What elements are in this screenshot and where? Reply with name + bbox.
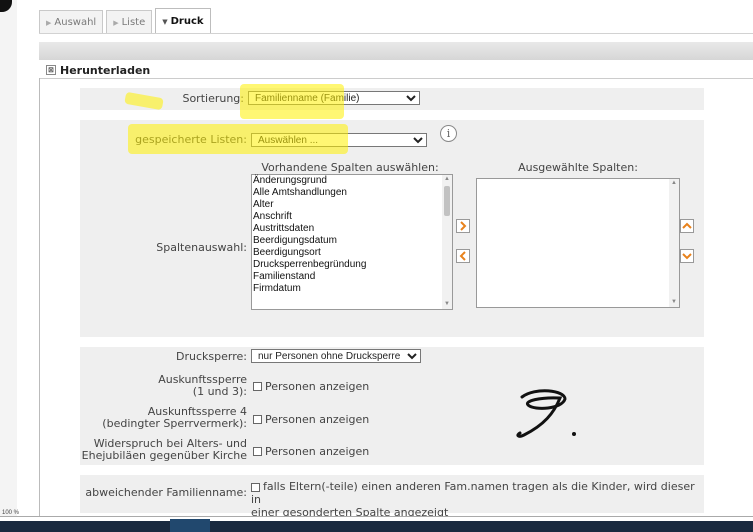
chevron-down-icon (682, 253, 692, 260)
other-name-option[interactable]: falls Eltern(-teile) einen anderen Fam.n… (251, 480, 701, 519)
tab-label: Druck (170, 16, 204, 27)
scrollbar[interactable]: ▲ ▼ (442, 175, 452, 309)
list-item[interactable]: Austrittsdaten (252, 223, 452, 235)
checkbox-label: Personen anzeigen (265, 413, 370, 426)
move-down-button[interactable] (680, 249, 694, 263)
info-lock-1-3-label: Auskunftssperre (1 und 3): (80, 374, 247, 398)
chevron-left-icon (459, 251, 466, 261)
tab-arrow-icon: ▶ (46, 18, 52, 27)
taskbar-item[interactable] (170, 519, 210, 532)
highlight-mark (240, 84, 344, 119)
print-lock-select[interactable]: nur Personen ohne Drucksperre (251, 349, 421, 363)
list-item[interactable]: Familienstand (252, 271, 452, 283)
highlight-mark (128, 124, 348, 154)
info-lock-4-checkbox-row[interactable]: Personen anzeigen (253, 413, 369, 426)
horizontal-scrollbar[interactable] (0, 516, 753, 521)
scroll-thumb[interactable] (444, 186, 450, 216)
section-header[interactable]: ⊠ Herunterladen (46, 63, 150, 77)
chevron-right-icon (460, 221, 467, 231)
section-title: Herunterladen (60, 63, 151, 77)
selected-columns-list[interactable]: ▲ ▼ (476, 178, 680, 308)
objection-label: Widerspruch bei Alters- und Ehejubiläen … (30, 438, 247, 462)
toolbar-band (39, 42, 753, 60)
checkbox-label: Personen anzeigen (265, 445, 370, 458)
objection-checkbox-row[interactable]: Personen anzeigen (253, 445, 369, 458)
remove-column-button[interactable] (456, 249, 470, 263)
list-item[interactable]: Anschrift (252, 211, 452, 223)
info-lock-1-3-checkbox-row[interactable]: Personen anzeigen (253, 380, 369, 393)
list-item[interactable]: Beerdigungsort (252, 247, 452, 259)
label-line: (bedingter Sperrvermerk): (102, 417, 247, 430)
scroll-up-icon[interactable]: ▲ (442, 175, 452, 184)
tab-label: Liste (121, 17, 146, 28)
label-line: Ehejubiläen gegenüber Kirche (81, 449, 247, 462)
list-item[interactable]: Firmdatum (252, 283, 452, 295)
tab-underline (39, 33, 753, 34)
info-icon[interactable]: i (440, 125, 457, 142)
tab-auswahl[interactable]: ▶ Auswahl (39, 10, 104, 34)
add-column-button[interactable] (456, 219, 470, 233)
tab-arrow-icon: ▼ (162, 17, 168, 26)
info-lock-4-label: Auskunftssperre 4 (bedingter Sperrvermer… (50, 406, 247, 430)
list-item[interactable]: Beerdigungsdatum (252, 235, 452, 247)
available-columns-header: Vorhandene Spalten auswählen: (261, 161, 439, 174)
info-lock-4-checkbox[interactable] (253, 415, 262, 424)
label-line: (1 und 3): (192, 385, 247, 398)
scroll-up-icon[interactable]: ▲ (669, 179, 679, 188)
section-divider (39, 78, 753, 79)
scrollbar[interactable]: ▲ ▼ (669, 179, 679, 307)
list-item[interactable]: Alle Amtshandlungen (252, 187, 452, 199)
taskbar (0, 516, 753, 532)
option-line: falls Eltern(-teile) einen anderen Fam.n… (251, 480, 695, 506)
collapse-icon[interactable]: ⊠ (46, 65, 56, 75)
window-edge (0, 0, 17, 516)
other-name-checkbox[interactable] (251, 482, 260, 492)
scroll-down-icon[interactable]: ▼ (669, 298, 679, 307)
other-name-label: abweichender Familienname: (85, 486, 247, 499)
column-selection-label: Spaltenauswahl: (156, 241, 247, 254)
print-lock-label: Drucksperre: (176, 350, 247, 363)
tab-bar: ▶ Auswahl ▶ Liste ▼ Druck (39, 8, 211, 34)
info-lock-1-3-checkbox[interactable] (253, 382, 262, 391)
list-item[interactable]: Alter (252, 199, 452, 211)
tab-label: Auswahl (54, 17, 97, 28)
scroll-down-icon[interactable]: ▼ (442, 300, 452, 309)
checkbox-label: Personen anzeigen (265, 380, 370, 393)
tab-druck[interactable]: ▼ Druck (155, 8, 211, 34)
chevron-up-icon (682, 222, 692, 229)
selected-columns-header: Ausgewählte Spalten: (518, 161, 638, 174)
move-up-button[interactable] (680, 219, 694, 233)
list-item[interactable]: Änderungsgrund (252, 175, 452, 187)
available-columns-list[interactable]: Änderungsgrund Alle Amtshandlungen Alter… (251, 174, 453, 310)
tab-arrow-icon: ▶ (113, 18, 119, 27)
handwritten-annotation (516, 389, 576, 438)
objection-checkbox[interactable] (253, 447, 262, 456)
list-item[interactable]: Drucksperrenbegründung (252, 259, 452, 271)
zoom-level[interactable]: 100 % (2, 510, 19, 516)
tab-liste[interactable]: ▶ Liste (106, 10, 153, 34)
